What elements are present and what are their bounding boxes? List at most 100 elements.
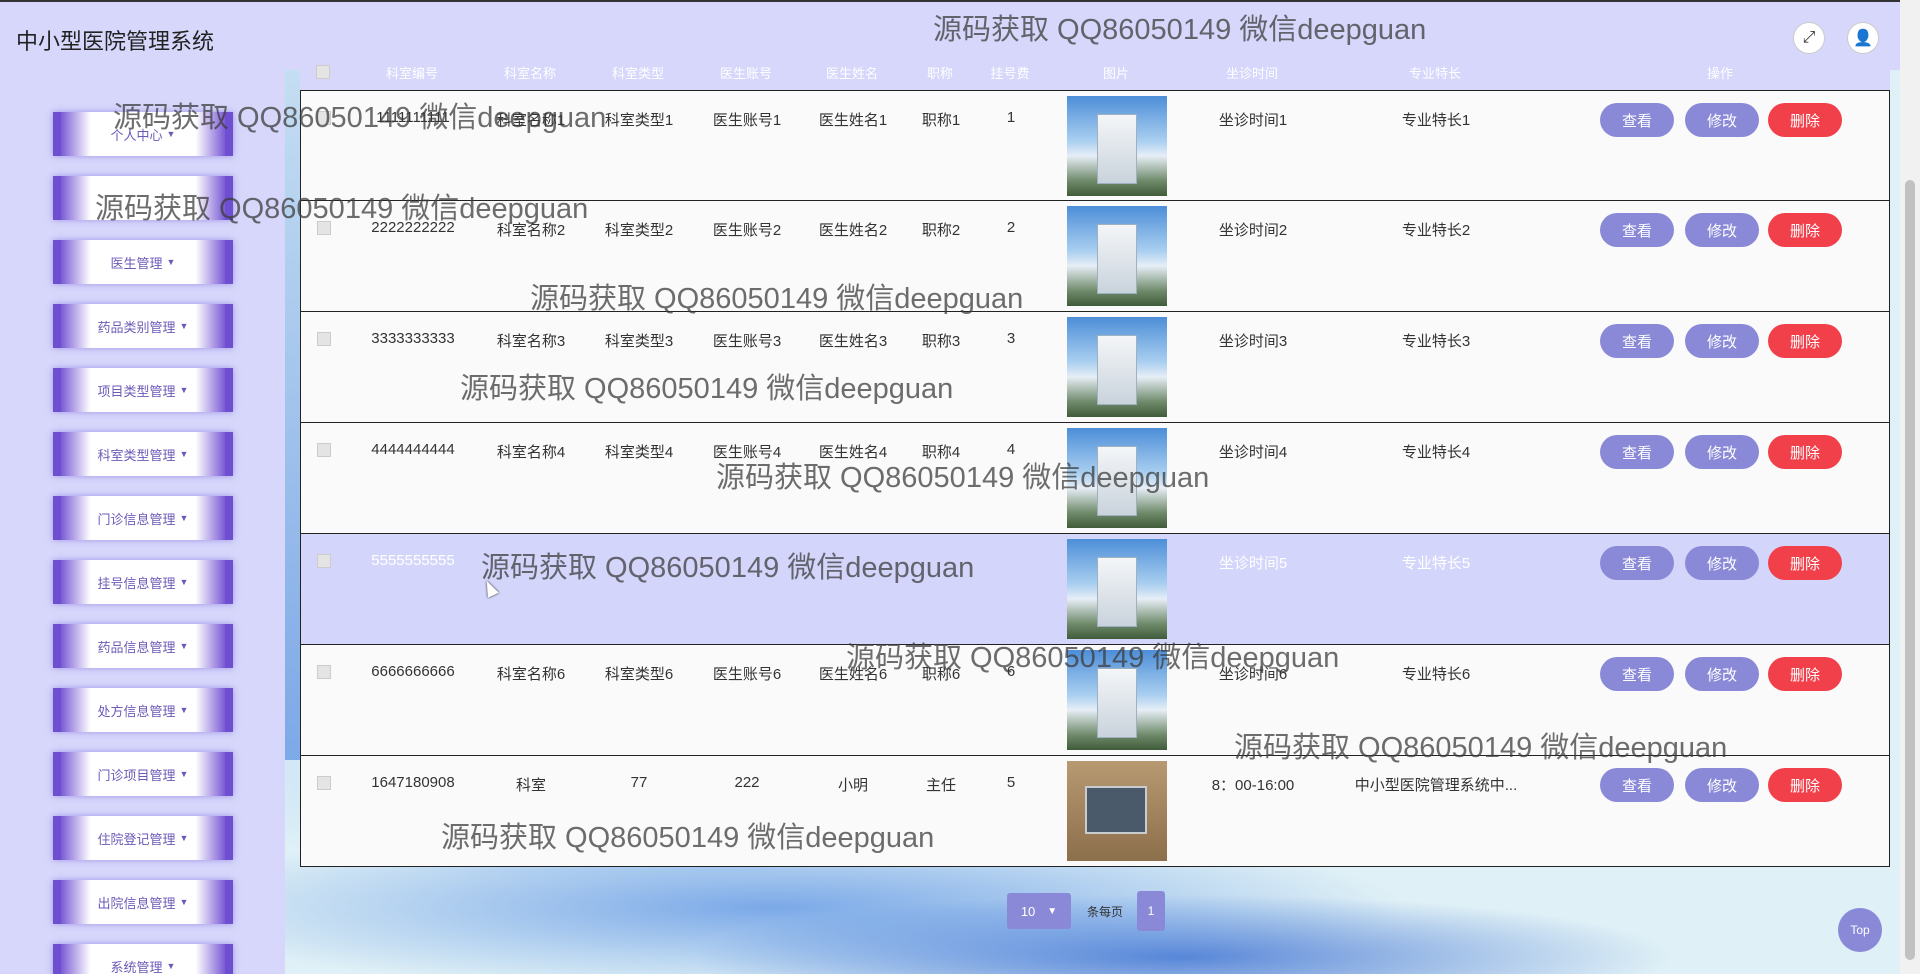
- header-time[interactable]: 坐诊时间: [1226, 63, 1278, 82]
- cell-dept-name: 科室名称1: [496, 112, 566, 129]
- sidebar-item-drug-info[interactable]: 药品信息管理 ▼: [53, 624, 233, 668]
- edit-button[interactable]: 修改: [1685, 435, 1759, 469]
- page-number-button[interactable]: 1: [1137, 891, 1166, 931]
- cell-doctor-account: 222: [734, 774, 760, 791]
- sidebar-item-registration[interactable]: 挂号信息管理 ▼: [53, 560, 233, 604]
- doctor-table: 科室编号 科室名称 科室类型 医生账号 医生姓名 职称 挂号费 图片 坐诊时间 …: [300, 55, 1890, 868]
- cell-title: 职称2: [921, 222, 961, 239]
- view-button[interactable]: 查看: [1600, 546, 1674, 580]
- header-fee[interactable]: 挂号费: [990, 63, 1029, 82]
- back-to-top-button[interactable]: Top: [1838, 908, 1882, 952]
- view-button[interactable]: 查看: [1600, 435, 1674, 469]
- sidebar-item-admission[interactable]: 住院登记管理 ▼: [53, 816, 233, 860]
- header-specialty: 专业特长: [1408, 66, 1462, 81]
- sidebar-item-prescription[interactable]: 处方信息管理 ▼: [53, 688, 233, 732]
- sidebar-item-system[interactable]: 系统管理 ▼: [53, 944, 233, 974]
- sidebar-item-outpatient[interactable]: 门诊信息管理 ▼: [53, 496, 233, 540]
- cell-specialty: 专业特长2: [1401, 222, 1471, 239]
- row-checkbox[interactable]: [317, 332, 331, 346]
- table-row: 6666666666 科室名称6 科室类型6 医生账号6 医生姓名6 职称6 6…: [300, 645, 1890, 756]
- hospital-image: [1067, 650, 1167, 750]
- delete-button[interactable]: 删除: [1768, 768, 1842, 802]
- caret-down-icon: ▼: [166, 961, 176, 971]
- caret-down-icon: ▼: [179, 321, 189, 331]
- edit-button[interactable]: 修改: [1685, 324, 1759, 358]
- edit-button[interactable]: 修改: [1685, 546, 1759, 580]
- cell-dept-code: 1647180908: [371, 774, 455, 791]
- table-header: 科室编号 科室名称 科室类型 医生账号 医生姓名 职称 挂号费 图片 坐诊时间 …: [300, 55, 1890, 90]
- app-title: 中小型医院管理系统: [16, 29, 215, 54]
- row-checkbox[interactable]: [317, 221, 331, 235]
- delete-button[interactable]: 删除: [1768, 546, 1842, 580]
- page-size-select[interactable]: 10 ▼: [1007, 893, 1071, 929]
- sidebar-item-outpatient-project[interactable]: 门诊项目管理 ▼: [53, 752, 233, 796]
- cell-specialty: 专业特长6: [1401, 666, 1471, 683]
- cell-specialty: 专业特长5: [1401, 555, 1471, 572]
- header-doctor-name[interactable]: 医生姓名: [826, 63, 878, 82]
- sidebar-item-discharge[interactable]: 出院信息管理 ▼: [53, 880, 233, 924]
- delete-button[interactable]: 删除: [1768, 435, 1842, 469]
- scrollbar-thumb[interactable]: [1905, 180, 1915, 960]
- row-checkbox[interactable]: [317, 776, 331, 790]
- table-row: 5555555555 坐诊时间5 专业特长5 查看 修改 删除: [300, 534, 1890, 645]
- cell-specialty: 专业特长3: [1401, 333, 1471, 350]
- caret-down-icon: ▼: [166, 257, 176, 267]
- edit-button[interactable]: 修改: [1685, 103, 1759, 137]
- hospital-image: [1067, 96, 1167, 196]
- cell-fee: 2: [1006, 219, 1016, 236]
- row-checkbox[interactable]: [317, 443, 331, 457]
- delete-button[interactable]: 删除: [1768, 103, 1842, 137]
- user-button[interactable]: 👤: [1847, 22, 1879, 54]
- sidebar-item-project-type[interactable]: 项目类型管理 ▼: [53, 368, 233, 412]
- row-checkbox[interactable]: [317, 111, 331, 125]
- header-doctor-account[interactable]: 医生账号: [720, 63, 772, 82]
- header-dept-type[interactable]: 科室类型: [612, 63, 664, 82]
- cell-dept-code: 5555555555: [371, 552, 455, 569]
- sidebar-item-doctor[interactable]: 医生管理 ▼: [53, 240, 233, 284]
- cell-time: 坐诊时间4: [1218, 444, 1288, 461]
- fullscreen-button[interactable]: ⤢: [1793, 22, 1825, 54]
- cell-dept-type: 科室类型3: [604, 333, 674, 350]
- delete-button[interactable]: 删除: [1768, 213, 1842, 247]
- sidebar-item-profile[interactable]: 个人中心 ▼: [53, 112, 233, 156]
- header-dept-name[interactable]: 科室名称: [504, 63, 556, 82]
- cell-dept-code: 6666666666: [371, 663, 455, 680]
- row-checkbox[interactable]: [317, 554, 331, 568]
- delete-button[interactable]: 删除: [1768, 657, 1842, 691]
- cell-fee: 3: [1006, 330, 1016, 347]
- hospital-image: [1067, 206, 1167, 306]
- cell-dept-code: 1111111111: [376, 109, 450, 126]
- sidebar-item-2[interactable]: [53, 176, 233, 220]
- view-button[interactable]: 查看: [1600, 324, 1674, 358]
- pagination: 10 ▼ 条每页 1: [1007, 891, 1166, 931]
- header-title[interactable]: 职称: [927, 63, 953, 82]
- cell-dept-type: 科室类型1: [604, 112, 674, 129]
- cell-dept-type: 77: [630, 774, 648, 791]
- cell-dept-code: 4444444444: [371, 441, 455, 458]
- cell-title: 职称3: [921, 333, 961, 350]
- view-button[interactable]: 查看: [1600, 103, 1674, 137]
- delete-button[interactable]: 删除: [1768, 324, 1842, 358]
- cell-specialty: 专业特长1: [1401, 112, 1471, 129]
- caret-down-icon: ▼: [179, 705, 189, 715]
- cell-dept-name: 科室: [515, 777, 547, 794]
- view-button[interactable]: 查看: [1600, 213, 1674, 247]
- header-dept-code[interactable]: 科室编号: [386, 63, 438, 82]
- edit-button[interactable]: 修改: [1685, 213, 1759, 247]
- sidebar: 个人中心 ▼ 医生管理 ▼ 药品类别管理 ▼ 项目类型管理 ▼ 科室类型管理 ▼ 门诊信息…: [0, 70, 285, 974]
- edit-button[interactable]: 修改: [1685, 657, 1759, 691]
- sidebar-item-drug-category[interactable]: 药品类别管理 ▼: [53, 304, 233, 348]
- select-all-checkbox[interactable]: [316, 65, 330, 79]
- hospital-image: [1067, 539, 1167, 639]
- cell-fee: 4: [1006, 441, 1016, 458]
- view-button[interactable]: 查看: [1600, 768, 1674, 802]
- edit-button[interactable]: 修改: [1685, 768, 1759, 802]
- row-checkbox[interactable]: [317, 665, 331, 679]
- user-icon: 👤: [1853, 30, 1873, 47]
- cell-title: 主任: [925, 777, 957, 794]
- view-button[interactable]: 查看: [1600, 657, 1674, 691]
- cell-time: 坐诊时间5: [1218, 555, 1288, 572]
- sidebar-item-dept-type[interactable]: 科室类型管理 ▼: [53, 432, 233, 476]
- table-row: 3333333333 科室名称3 科室类型3 医生账号3 医生姓名3 职称3 3…: [300, 312, 1890, 423]
- cell-time: 8：00-16:00: [1211, 777, 1295, 794]
